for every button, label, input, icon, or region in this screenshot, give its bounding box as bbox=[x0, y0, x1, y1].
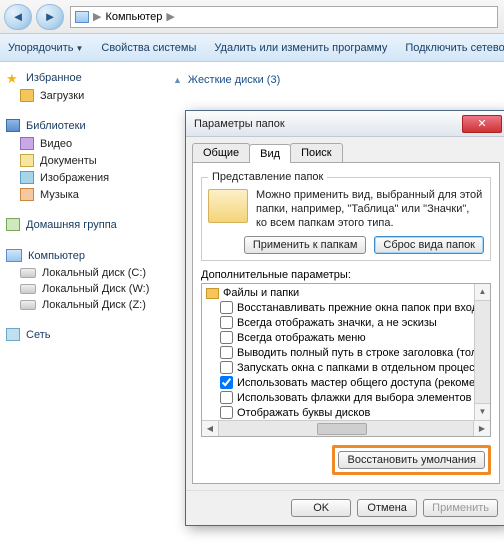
option-checkbox[interactable] bbox=[220, 316, 233, 329]
option-checkbox[interactable] bbox=[220, 436, 233, 437]
vertical-scrollbar[interactable] bbox=[474, 284, 490, 420]
dialog-title: Параметры папок bbox=[194, 118, 462, 130]
option-label: Использовать мастер общего доступа (реко… bbox=[237, 377, 491, 389]
sidebar-item-drive-c[interactable]: Локальный диск (C:) bbox=[4, 265, 161, 281]
option-checkbox[interactable] bbox=[220, 346, 233, 359]
chevron-right-icon: ▶ bbox=[166, 10, 174, 23]
video-icon bbox=[20, 137, 34, 150]
reset-folders-button[interactable]: Сброс вида папок bbox=[374, 236, 484, 254]
address-toolbar: ◄ ► ▶ Компьютер ▶ bbox=[0, 0, 504, 34]
image-icon bbox=[20, 171, 34, 184]
option-label: Всегда отображать меню bbox=[237, 332, 366, 344]
address-bar[interactable]: ▶ Компьютер ▶ bbox=[70, 6, 498, 28]
sidebar-item-documents[interactable]: Документы bbox=[4, 152, 161, 169]
tree-option[interactable]: Использовать мастер общего доступа (реко… bbox=[206, 375, 488, 390]
advanced-settings-tree[interactable]: Файлы и папки Восстанавливать прежние ок… bbox=[201, 283, 491, 437]
apply-button[interactable]: Применить bbox=[423, 499, 498, 517]
option-label: Выводить полный путь в строке заголовка … bbox=[237, 347, 491, 359]
horizontal-scrollbar[interactable] bbox=[202, 420, 490, 436]
tab-search[interactable]: Поиск bbox=[290, 143, 342, 162]
option-checkbox[interactable] bbox=[220, 361, 233, 374]
dialog-button-row: OK Отмена Применить bbox=[186, 490, 504, 525]
cancel-button[interactable]: Отмена bbox=[357, 499, 417, 517]
drive-icon bbox=[20, 268, 36, 278]
sidebar-item-images[interactable]: Изображения bbox=[4, 169, 161, 186]
sidebar-item-drive-w[interactable]: Локальный Диск (W:) bbox=[4, 281, 161, 297]
sidebar-item-video[interactable]: Видео bbox=[4, 135, 161, 152]
ok-button[interactable]: OK bbox=[291, 499, 351, 517]
folder-views-description: Можно применить вид, выбранный для этой … bbox=[256, 189, 482, 230]
restore-defaults-button[interactable]: Восстановить умолчания bbox=[338, 451, 485, 469]
navigation-pane: ★Избранное Загрузки Библиотеки Видео Док… bbox=[0, 62, 165, 550]
uninstall-program-button[interactable]: Удалить или изменить программу bbox=[214, 42, 387, 54]
sidebar-item-drive-z[interactable]: Локальный Диск (Z:) bbox=[4, 297, 161, 313]
option-label: Запускать окна с папками в отдельном про… bbox=[237, 362, 486, 374]
tab-view-body: Представление папок Можно применить вид,… bbox=[192, 162, 500, 484]
sidebar-item-music[interactable]: Музыка bbox=[4, 186, 161, 203]
apply-to-folders-button[interactable]: Применить к папкам bbox=[244, 236, 367, 254]
restore-defaults-highlight: Восстановить умолчания bbox=[332, 445, 491, 475]
libraries-group[interactable]: Библиотеки bbox=[4, 116, 161, 135]
network-icon bbox=[6, 328, 20, 341]
tree-option[interactable]: Восстанавливать прежние окна папок при в… bbox=[206, 300, 488, 315]
option-label: Отображать буквы дисков bbox=[237, 407, 370, 419]
folder-options-dialog: Параметры папок ✕ Общие Вид Поиск Предст… bbox=[185, 110, 504, 526]
tree-option[interactable]: Всегда отображать значки, а не эскизы bbox=[206, 315, 488, 330]
computer-icon bbox=[75, 11, 89, 23]
document-icon bbox=[20, 154, 34, 167]
homegroup-icon bbox=[6, 218, 20, 231]
option-checkbox[interactable] bbox=[220, 406, 233, 419]
chevron-down-icon: ▼ bbox=[75, 44, 83, 53]
music-icon bbox=[20, 188, 34, 201]
option-label: Восстанавливать прежние окна папок при в… bbox=[237, 302, 491, 314]
tab-general[interactable]: Общие bbox=[192, 143, 250, 162]
option-checkbox[interactable] bbox=[220, 331, 233, 344]
folder-views-legend: Представление папок bbox=[208, 171, 327, 183]
dialog-tabs: Общие Вид Поиск bbox=[186, 137, 504, 162]
section-hard-drives[interactable]: ▲ Жесткие диски (3) bbox=[173, 74, 496, 86]
organize-menu[interactable]: Упорядочить▼ bbox=[8, 42, 83, 54]
folder-icon bbox=[20, 89, 34, 102]
dialog-titlebar[interactable]: Параметры папок ✕ bbox=[186, 111, 504, 137]
network-group[interactable]: Сеть bbox=[4, 325, 161, 344]
tab-view[interactable]: Вид bbox=[249, 144, 291, 163]
tree-option[interactable]: Запускать окна с папками в отдельном про… bbox=[206, 360, 488, 375]
tree-option[interactable]: Использовать флажки для выбора элементов bbox=[206, 390, 488, 405]
chevron-right-icon: ▶ bbox=[93, 10, 101, 23]
favorites-group[interactable]: ★Избранное bbox=[4, 68, 161, 87]
option-label: Отображать обработчики просмотра в панел… bbox=[237, 437, 491, 438]
folder-preview-icon bbox=[208, 189, 248, 223]
nav-forward-button[interactable]: ► bbox=[36, 4, 64, 30]
system-properties-button[interactable]: Свойства системы bbox=[101, 42, 196, 54]
option-label: Использовать флажки для выбора элементов bbox=[237, 392, 471, 404]
breadcrumb-computer[interactable]: Компьютер bbox=[105, 11, 162, 23]
drive-icon bbox=[20, 300, 36, 310]
drive-icon bbox=[20, 284, 36, 294]
tree-option[interactable]: Всегда отображать меню bbox=[206, 330, 488, 345]
nav-back-button[interactable]: ◄ bbox=[4, 4, 32, 30]
tree-option[interactable]: Отображать буквы дисков bbox=[206, 405, 488, 420]
star-icon: ★ bbox=[6, 71, 20, 84]
advanced-settings-label: Дополнительные параметры: bbox=[201, 269, 491, 281]
scrollbar-thumb[interactable] bbox=[317, 423, 367, 435]
folder-icon bbox=[206, 288, 219, 299]
sidebar-item-downloads[interactable]: Загрузки bbox=[4, 87, 161, 104]
tree-root-files-folders[interactable]: Файлы и папки bbox=[206, 286, 488, 300]
close-button[interactable]: ✕ bbox=[462, 115, 502, 133]
option-checkbox[interactable] bbox=[220, 301, 233, 314]
tree-option[interactable]: Выводить полный путь в строке заголовка … bbox=[206, 345, 488, 360]
option-label: Всегда отображать значки, а не эскизы bbox=[237, 317, 437, 329]
computer-group[interactable]: Компьютер bbox=[4, 246, 161, 265]
option-checkbox[interactable] bbox=[220, 376, 233, 389]
computer-icon bbox=[6, 249, 22, 262]
folder-views-fieldset: Представление папок Можно применить вид,… bbox=[201, 171, 491, 261]
triangle-down-icon: ▲ bbox=[173, 75, 182, 85]
option-checkbox[interactable] bbox=[220, 391, 233, 404]
command-bar: Упорядочить▼ Свойства системы Удалить ил… bbox=[0, 34, 504, 62]
homegroup-group[interactable]: Домашняя группа bbox=[4, 215, 161, 234]
library-icon bbox=[6, 119, 20, 132]
map-network-drive-button[interactable]: Подключить сетевой bbox=[405, 42, 504, 54]
